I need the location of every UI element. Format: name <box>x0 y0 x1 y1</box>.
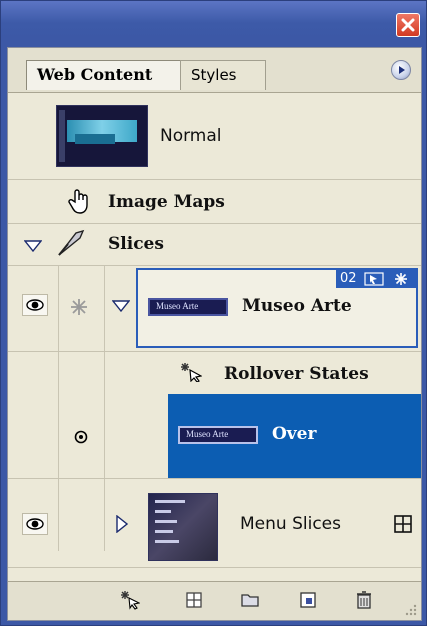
menu-arrow-icon <box>399 66 405 74</box>
slice-badge: 02 <box>336 270 416 288</box>
normal-label: Normal <box>160 126 222 146</box>
panel-menu-button[interactable] <box>391 60 411 80</box>
menu-slices-row[interactable]: Menu Slices <box>8 478 421 568</box>
normal-state-row[interactable]: Normal <box>8 92 421 180</box>
close-button[interactable] <box>396 13 420 37</box>
slices-label: Slices <box>108 234 164 254</box>
museo-arte-row[interactable]: 02 Museo Arte Museo Arte <box>8 266 421 352</box>
slice-link-icon <box>364 272 384 286</box>
image-maps-row[interactable]: Image Maps <box>8 180 421 224</box>
over-state-row[interactable]: Museo Arte Over <box>8 394 421 478</box>
menu-slices-label: Menu Slices <box>240 514 341 534</box>
over-state-thumbnail: Museo Arte <box>178 426 258 444</box>
slice-tool-icon <box>58 229 85 256</box>
eye-icon <box>26 518 44 530</box>
normal-thumbnail <box>56 105 148 167</box>
tab-styles[interactable]: Styles <box>180 60 266 90</box>
trash-icon[interactable] <box>354 590 374 610</box>
target-icon <box>74 430 88 444</box>
title-bar[interactable] <box>1 1 427 47</box>
expand-down-icon[interactable] <box>112 300 130 312</box>
thumbnail-text: Museo Arte <box>186 429 229 439</box>
web-content-panel: Web Content Styles Normal Image Maps Sli… <box>7 47 422 621</box>
close-icon <box>401 18 415 32</box>
hand-icon <box>68 189 88 214</box>
slice-number: 02 <box>340 271 357 286</box>
palette-window: Web Content Styles Normal Image Maps Sli… <box>0 0 427 626</box>
tab-web-content[interactable]: Web Content <box>26 60 182 90</box>
museo-arte-label: Museo Arte <box>242 296 352 316</box>
asterisk-icon <box>71 299 87 315</box>
expand-right-icon[interactable] <box>116 515 128 533</box>
image-maps-label: Image Maps <box>108 192 225 212</box>
folder-icon[interactable] <box>240 590 260 610</box>
eye-icon <box>26 299 44 311</box>
slices-row[interactable]: Slices <box>8 224 421 266</box>
rollover-icon <box>181 363 202 382</box>
asterisk-icon <box>395 273 407 285</box>
menu-slices-thumbnail <box>148 493 218 561</box>
thumbnail-text: Museo Arte <box>156 301 199 311</box>
tab-bar: Web Content Styles <box>8 48 421 93</box>
new-rollover-icon[interactable] <box>120 590 140 610</box>
over-label: Over <box>272 424 317 444</box>
new-layer-icon[interactable] <box>298 590 318 610</box>
visibility-toggle[interactable] <box>22 513 48 535</box>
museo-arte-thumbnail: Museo Arte <box>148 298 228 316</box>
rollover-states-row[interactable]: Rollover States <box>8 352 421 394</box>
rollover-states-label: Rollover States <box>224 364 369 384</box>
grid-icon <box>394 515 412 533</box>
new-slice-icon[interactable] <box>184 590 204 610</box>
resize-grip-icon[interactable] <box>403 602 417 616</box>
expand-down-icon[interactable] <box>24 240 42 252</box>
panel-footer-toolbar <box>8 581 421 620</box>
visibility-toggle[interactable] <box>22 294 48 316</box>
